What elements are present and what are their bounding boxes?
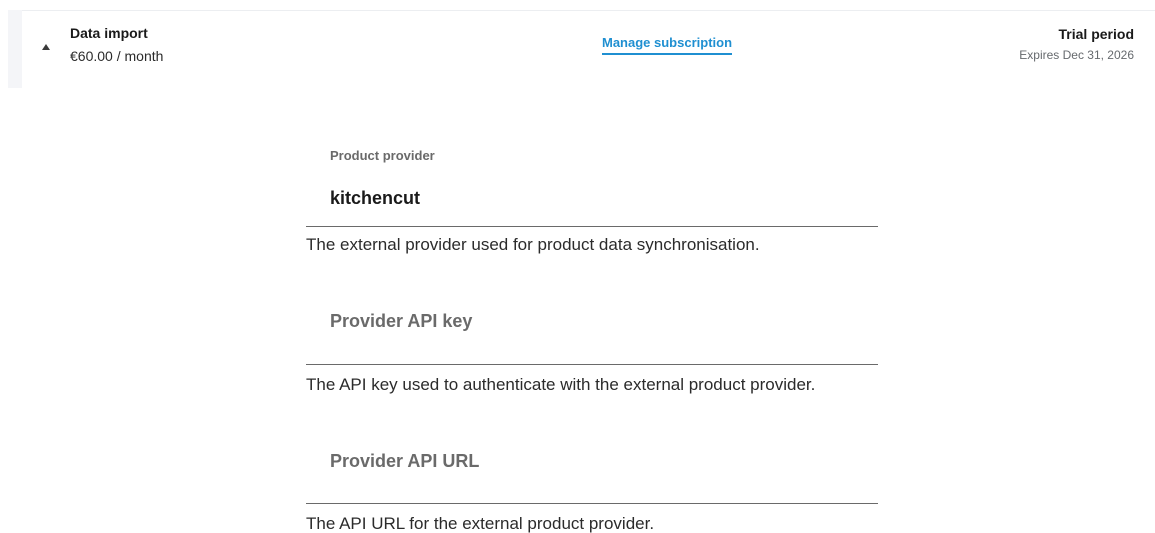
api-key-field: Provider API key The API key used to aut… <box>306 300 878 430</box>
product-provider-field: Product provider kitchencut The external… <box>306 140 878 260</box>
subscription-header: Data import €60.00 / month Manage subscr… <box>0 0 1155 88</box>
api-url-input[interactable] <box>306 463 878 504</box>
api-url-help: The API URL for the external product pro… <box>306 514 655 533</box>
product-provider-label: Product provider <box>330 148 435 163</box>
api-key-input[interactable] <box>306 324 878 365</box>
product-provider-help: The external provider used for product d… <box>306 235 760 254</box>
expiry-date: Expires Dec 31, 2026 <box>1019 48 1134 62</box>
caret-up-icon[interactable] <box>42 44 50 50</box>
header-divider <box>8 10 1155 11</box>
header-rail <box>8 10 22 88</box>
api-url-field: Provider API URL The API URL for the ext… <box>306 440 878 533</box>
page: Data import €60.00 / month Manage subscr… <box>0 0 1155 533</box>
api-key-help: The API key used to authenticate with th… <box>306 375 816 394</box>
product-provider-select[interactable] <box>306 186 878 227</box>
trial-status: Trial period <box>1058 26 1134 42</box>
subscription-name: Data import <box>70 25 148 41</box>
subscription-status: Trial period Expires Dec 31, 2026 <box>1019 26 1134 62</box>
subscription-price: €60.00 / month <box>70 48 164 64</box>
manage-subscription-link[interactable]: Manage subscription <box>602 35 733 55</box>
